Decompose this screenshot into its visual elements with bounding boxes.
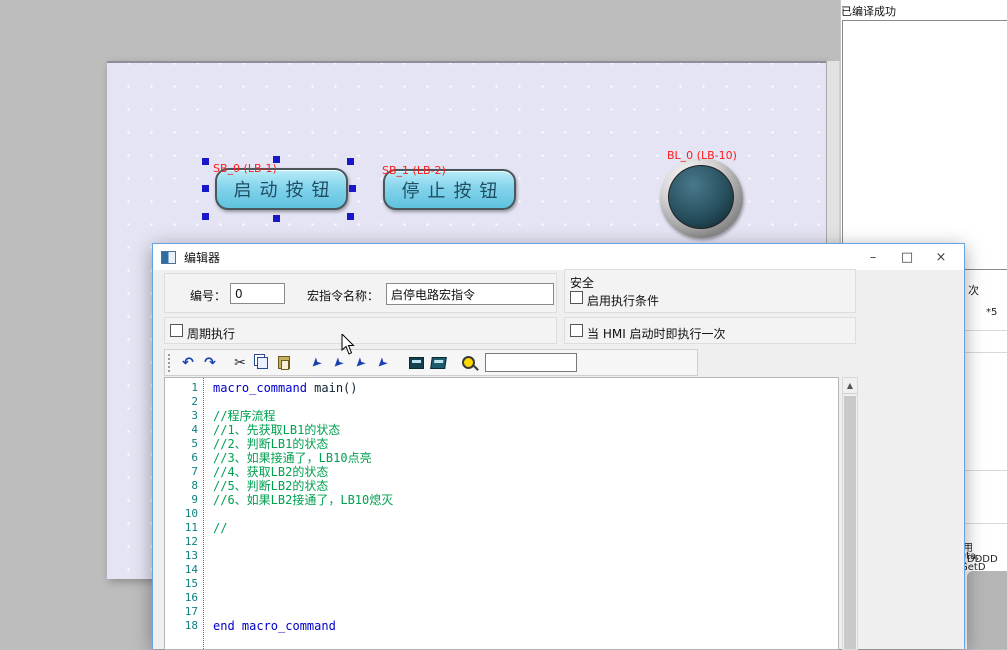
enable-condition-checkbox[interactable] <box>570 291 583 304</box>
hmi-indicator-lamp[interactable] <box>660 158 743 238</box>
run-on-startup-checkbox[interactable] <box>570 324 583 337</box>
code-line: 12 <box>165 535 838 549</box>
redo-icon[interactable]: ↷ <box>199 353 221 373</box>
code-line: 3//程序流程 <box>165 409 838 423</box>
stop-button-address-tag: SB_1 (LB-2) <box>382 164 446 177</box>
code-line: 4//1、先获取LB1的状态 <box>165 423 838 437</box>
macro-toolbar: ↶ ↷ ✂ ➤ ➤ ➤ ➤ <box>164 349 698 376</box>
panel-fragment-getdata: ata, GetD <box>960 551 1007 573</box>
hmi-start-button-label: 启动按钮 <box>226 176 338 202</box>
editor-window-title: 编辑器 <box>184 249 220 266</box>
panel-divider <box>965 470 1007 471</box>
enable-condition-label: 启用执行条件 <box>587 292 659 309</box>
cut-icon[interactable]: ✂ <box>229 353 251 373</box>
macro-id-group: 编号： 宏指令名称： <box>164 273 557 313</box>
selection-handle-bottom-right[interactable] <box>347 213 354 220</box>
selection-handle-top-mid[interactable] <box>273 156 280 163</box>
selection-handle-top-right[interactable] <box>347 158 354 165</box>
toolbar-grip <box>168 354 172 372</box>
editor-window-icon <box>161 251 176 264</box>
code-line: 5//2、判断LB1的状态 <box>165 437 838 451</box>
security-header: 安全 <box>570 274 594 291</box>
macro-number-input[interactable] <box>230 283 285 304</box>
code-scrollbar[interactable]: ▲ <box>842 377 858 650</box>
code-line: 13 <box>165 549 838 563</box>
selection-handle-mid-right[interactable] <box>349 185 356 192</box>
macro-name-label: 宏指令名称： <box>307 287 379 304</box>
macro-dart-icon-4[interactable]: ➤ <box>367 348 397 378</box>
panel-divider <box>965 523 1007 524</box>
compile-icon[interactable] <box>405 353 427 373</box>
toolbar-search-input[interactable] <box>485 353 577 372</box>
run-on-startup-label: 当 HMI 启动时即执行一次 <box>587 325 726 342</box>
code-line: 11// <box>165 521 838 535</box>
periodic-group: 周期执行 <box>164 317 557 344</box>
scroll-up-icon[interactable]: ▲ <box>843 378 857 394</box>
selection-handle-mid-left[interactable] <box>202 185 209 192</box>
run-on-startup-group: 当 HMI 启动时即执行一次 <box>564 317 856 344</box>
periodic-execution-checkbox[interactable] <box>170 324 183 337</box>
paste-icon[interactable] <box>273 353 295 373</box>
code-line: 9//6、如果LB2接通了，LB10熄灭 <box>165 493 838 507</box>
scrollbar-thumb[interactable] <box>844 396 856 649</box>
periodic-execution-label: 周期执行 <box>187 325 235 342</box>
code-line: 15 <box>165 577 838 591</box>
macro-code-editor[interactable]: 1macro_command main() 2 3//程序流程 4//1、先获取… <box>164 377 839 650</box>
editor-titlebar[interactable]: 编辑器 – □ × <box>153 244 964 270</box>
close-button[interactable]: × <box>924 244 958 270</box>
start-button-address-tag: SB_0 (LB-1) <box>213 162 277 175</box>
macro-editor-window: 编辑器 – □ × 编号： 宏指令名称： 安全 启用执行条件 周期执行 当 HM… <box>152 243 965 649</box>
copy-icon[interactable] <box>251 353 273 373</box>
panel-bottom-corner <box>967 571 1007 649</box>
compile-status-text: 已编译成功 <box>841 3 896 19</box>
code-line: 14 <box>165 563 838 577</box>
lamp-address-tag: BL_0 (LB-10) <box>667 149 737 162</box>
code-line: 8//5、判断LB2的状态 <box>165 479 838 493</box>
code-line: 1macro_command main() <box>165 381 838 395</box>
code-line: 2 <box>165 395 838 409</box>
code-line: 16 <box>165 591 838 605</box>
panel-fragment-times: 次 <box>968 282 979 298</box>
download-icon[interactable] <box>427 353 449 373</box>
code-line: 10 <box>165 507 838 521</box>
panel-divider <box>965 352 1007 353</box>
compile-output-box <box>842 20 1007 270</box>
hmi-stop-button-label: 停止按钮 <box>394 177 506 203</box>
code-line: 7//4、获取LB2的状态 <box>165 465 838 479</box>
macro-name-input[interactable] <box>386 283 554 305</box>
panel-fragment-star5: *5 <box>986 307 997 318</box>
minimize-button[interactable]: – <box>856 244 890 270</box>
selection-handle-top-left[interactable] <box>202 158 209 165</box>
panel-divider <box>965 330 1007 331</box>
lamp-lens <box>668 165 734 229</box>
find-icon[interactable] <box>457 353 479 373</box>
code-line: 6//3、如果接通了，LB10点亮 <box>165 451 838 465</box>
undo-icon[interactable]: ↶ <box>177 353 199 373</box>
mouse-cursor <box>341 334 357 356</box>
security-group: 安全 启用执行条件 <box>564 269 856 313</box>
macro-number-label: 编号： <box>190 287 226 304</box>
code-line: 18end macro_command <box>165 619 838 633</box>
selection-handle-bottom-mid[interactable] <box>273 215 280 222</box>
selection-handle-bottom-left[interactable] <box>202 213 209 220</box>
code-line: 17 <box>165 605 838 619</box>
maximize-button[interactable]: □ <box>890 244 924 270</box>
